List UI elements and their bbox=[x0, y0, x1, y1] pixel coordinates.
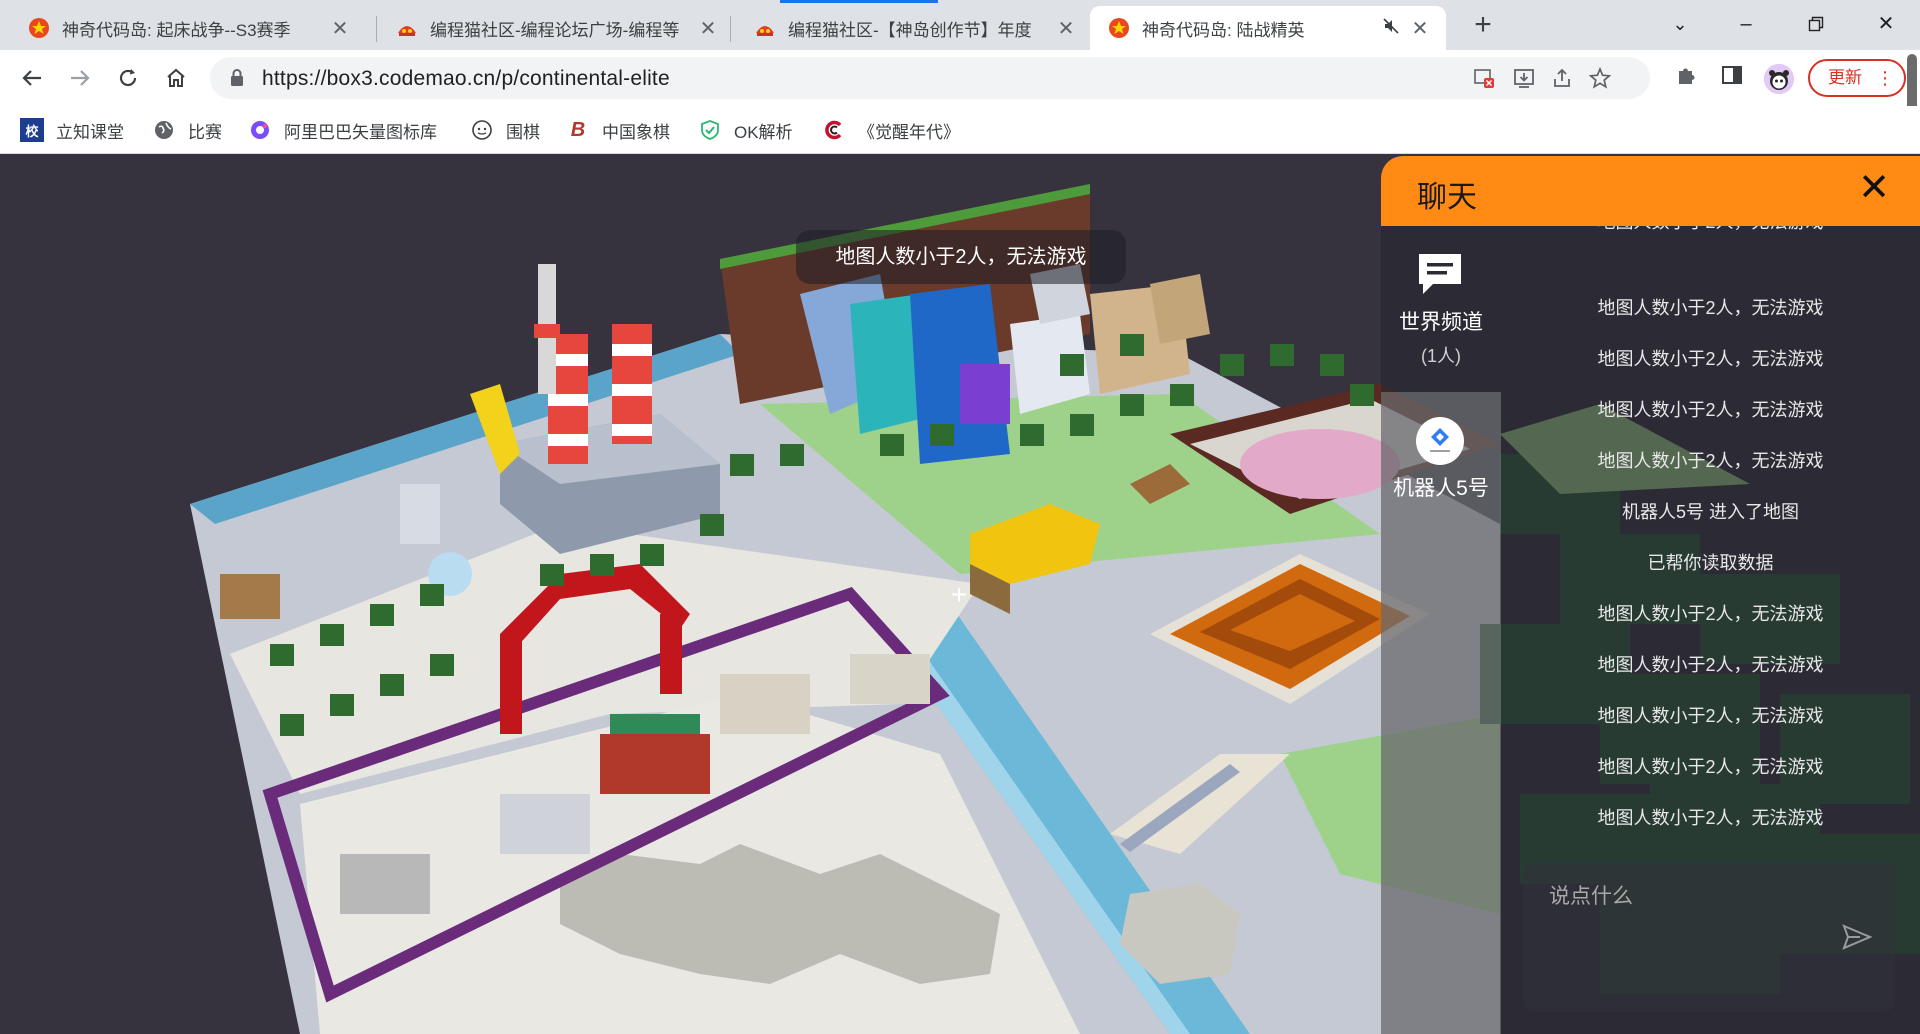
minimize-button[interactable]: – bbox=[1716, 4, 1776, 44]
channel-member-count: (1人) bbox=[1421, 346, 1461, 366]
address-bar[interactable]: https://box3.codemao.cn/p/continental-el… bbox=[210, 57, 1650, 99]
chat-close-icon[interactable]: ✕ bbox=[1854, 168, 1894, 208]
tab-3[interactable]: 编程猫社区-【神岛创作节】年度 ✕ bbox=[736, 6, 1092, 50]
close-icon[interactable]: ✕ bbox=[1054, 16, 1078, 41]
popup-blocked-icon[interactable] bbox=[1472, 67, 1496, 91]
bookmark-star-icon[interactable] bbox=[1588, 66, 1612, 91]
tab-title: 神奇代码岛: 陆战精英 bbox=[1142, 20, 1305, 40]
browser-toolbar: https://box3.codemao.cn/p/continental-el… bbox=[0, 50, 1920, 106]
chat-title: 聊天 bbox=[1417, 181, 1477, 214]
chat-input-field[interactable]: 说点什么 bbox=[1523, 862, 1895, 1012]
bookmark-item[interactable]: 《觉醒年代》 bbox=[822, 114, 960, 146]
send-icon[interactable] bbox=[1842, 924, 1873, 950]
bookmarks-bar: 校 立知课堂 比赛 阿里巴巴矢量图标库 围棋 B 中国象棋 OK解析 《觉醒年代… bbox=[0, 106, 1920, 154]
codemao-star-icon bbox=[28, 17, 50, 39]
chat-header: 聊天 ✕ bbox=[1381, 156, 1920, 226]
more-menu-icon[interactable]: ⋮ bbox=[1876, 61, 1894, 95]
game-toast-message: 地图人数小于2人，无法游戏 bbox=[796, 230, 1126, 284]
tab-title: 编程猫社区-编程论坛广场-编程等 bbox=[430, 20, 680, 40]
profile-avatar[interactable] bbox=[1764, 64, 1794, 94]
c-logo-icon bbox=[822, 118, 846, 142]
close-icon[interactable]: ✕ bbox=[328, 16, 352, 41]
bookmark-label: 围棋 bbox=[506, 122, 540, 142]
codemao-star-icon bbox=[1108, 17, 1130, 39]
bookmark-label: 比赛 bbox=[188, 122, 222, 142]
chess-icon: B bbox=[570, 118, 586, 141]
window-close-button[interactable]: ✕ bbox=[1856, 4, 1916, 44]
go-icon bbox=[470, 118, 494, 142]
back-button[interactable] bbox=[12, 58, 52, 98]
iconfont-icon bbox=[248, 118, 272, 142]
bookmark-item[interactable]: OK解析 bbox=[698, 114, 793, 146]
chat-message: 地图人数小于2人，无法游戏 bbox=[1597, 604, 1824, 624]
bookmark-item[interactable]: 校 立知课堂 bbox=[20, 114, 124, 146]
close-icon[interactable]: ✕ bbox=[696, 16, 720, 41]
chat-message: 地图人数小于2人，无法游戏 bbox=[1501, 226, 1920, 234]
globe-icon bbox=[152, 118, 176, 142]
home-button[interactable] bbox=[156, 58, 196, 98]
crosshair-icon: + bbox=[950, 579, 968, 610]
install-app-icon[interactable] bbox=[1512, 67, 1536, 91]
bookmark-item[interactable]: B 中国象棋 bbox=[566, 114, 670, 146]
tab-loading-bar bbox=[780, 0, 938, 3]
tab-separator bbox=[376, 16, 377, 42]
chat-message: 已帮你读取数据 bbox=[1647, 553, 1774, 573]
side-panel-icon[interactable] bbox=[1718, 64, 1746, 92]
chat-message: 地图人数小于2人，无法游戏 bbox=[1597, 706, 1824, 726]
tab-4-active[interactable]: 神奇代码岛: 陆战精英 ✕ bbox=[1090, 6, 1446, 50]
chat-message: 地图人数小于2人，无法游戏 bbox=[1597, 655, 1824, 675]
reload-button[interactable] bbox=[108, 58, 148, 98]
bookmark-label: OK解析 bbox=[734, 122, 793, 142]
chat-input-placeholder: 说点什么 bbox=[1549, 885, 1633, 908]
bookmark-item[interactable]: 比赛 bbox=[152, 114, 222, 146]
robot-avatar-icon[interactable] bbox=[1416, 417, 1464, 465]
tab-search-chevron-icon[interactable]: ⌄ bbox=[1650, 4, 1710, 44]
chat-message: 地图人数小于2人，无法游戏 bbox=[1597, 451, 1824, 471]
lizhi-icon: 校 bbox=[20, 118, 44, 142]
tab-title: 神奇代码岛: 起床战争--S3赛季 bbox=[62, 20, 291, 40]
robot-name-label[interactable]: 机器人5号 bbox=[1381, 472, 1501, 502]
chat-message: 地图人数小于2人，无法游戏 bbox=[1597, 400, 1824, 420]
chat-message: 地图人数小于2人，无法游戏 bbox=[1597, 808, 1824, 828]
tab-separator bbox=[730, 16, 731, 42]
chat-bubble-icon[interactable] bbox=[1415, 250, 1465, 298]
restore-button[interactable] bbox=[1786, 4, 1846, 44]
codemao-cat-icon bbox=[396, 17, 418, 39]
chat-message: 地图人数小于2人，无法游戏 bbox=[1597, 349, 1824, 369]
bookmark-item[interactable]: 阿里巴巴矢量图标库 bbox=[248, 114, 437, 146]
lock-icon[interactable] bbox=[230, 68, 244, 88]
bookmark-label: 《觉醒年代》 bbox=[858, 122, 960, 142]
tab-title: 编程猫社区-【神岛创作节】年度 bbox=[788, 20, 1032, 40]
bookmark-label: 阿里巴巴矢量图标库 bbox=[284, 122, 437, 142]
bookmark-label: 中国象棋 bbox=[602, 122, 670, 142]
chat-message: 机器人5号 进入了地图 bbox=[1621, 502, 1799, 522]
share-icon[interactable] bbox=[1550, 67, 1574, 91]
update-button[interactable]: 更新 ⋮ bbox=[1808, 59, 1906, 97]
close-icon[interactable]: ✕ bbox=[1408, 16, 1432, 41]
chat-message: 地图人数小于2人，无法游戏 bbox=[1597, 757, 1824, 777]
new-tab-button[interactable]: + bbox=[1466, 9, 1500, 43]
shield-check-icon bbox=[698, 118, 722, 142]
chat-message: 地图人数小于2人，无法游戏 bbox=[1597, 298, 1824, 318]
mute-icon[interactable] bbox=[1380, 17, 1402, 39]
tab-2[interactable]: 编程猫社区-编程论坛广场-编程等 ✕ bbox=[378, 6, 734, 50]
bookmark-label: 立知课堂 bbox=[56, 122, 124, 142]
url-text: https://box3.codemao.cn/p/continental-el… bbox=[262, 67, 670, 90]
chat-message-list[interactable]: 地图人数小于2人，无法游戏 地图人数小于2人，无法游戏 地图人数小于2人，无法游… bbox=[1501, 226, 1920, 866]
tab-strip: 神奇代码岛: 起床战争--S3赛季 ✕ 编程猫社区-编程论坛广场-编程等 ✕ 编… bbox=[0, 0, 1920, 50]
tab-1[interactable]: 神奇代码岛: 起床战争--S3赛季 ✕ bbox=[10, 6, 366, 50]
bookmark-item[interactable]: 围棋 bbox=[470, 114, 540, 146]
channel-world-label[interactable]: 世界频道 bbox=[1381, 306, 1501, 336]
extensions-puzzle-icon[interactable] bbox=[1672, 64, 1700, 92]
update-label: 更新 bbox=[1828, 68, 1862, 87]
forward-button[interactable] bbox=[60, 58, 100, 98]
codemao-cat-icon bbox=[754, 17, 776, 39]
